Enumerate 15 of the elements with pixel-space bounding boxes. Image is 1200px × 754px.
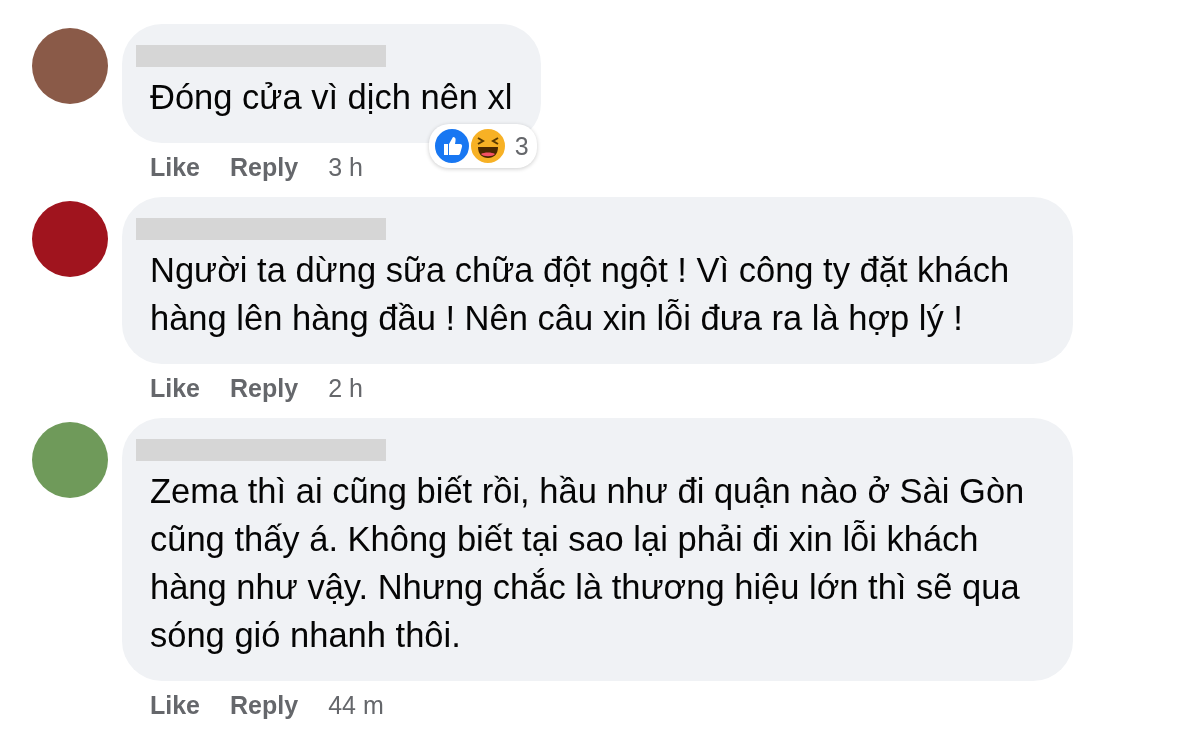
comment-time: 2 h — [328, 373, 363, 403]
comment-text: Zema thì ai cũng biết rồi, hầu như đi quận nào ở Sài Gòn cũng thấy á. Không biết tại sao lại phải đi xin lỗi khách hàng như vậy. Nhưng chắc là thương hiệu lớn thì sẽ qua sóng gió nhanh thôi. — [150, 471, 1026, 656]
like-link[interactable]: Like — [150, 690, 201, 720]
reply-link[interactable]: Reply — [230, 152, 299, 182]
thumbs-up-icon — [432, 127, 471, 165]
reply-link[interactable]: Reply — [230, 690, 299, 720]
like-link[interactable]: Like — [150, 152, 201, 182]
comment-time: 44 m — [328, 690, 384, 720]
reactions-badge[interactable]: 3 — [428, 124, 537, 168]
like-link[interactable]: Like — [150, 373, 201, 403]
laughing-face-icon — [468, 127, 507, 165]
comment-text: Đóng cửa vì dịch nên xl — [150, 77, 513, 118]
comment-time: 3 h — [328, 152, 363, 182]
reply-link[interactable]: Reply — [230, 373, 299, 403]
comment-text: Người ta dừng sữa chữa đột ngột ! Vì công ty đặt khách hàng lên hàng đầu ! Nên câu xin lỗi đưa ra là hợp lý ! — [150, 250, 1011, 339]
